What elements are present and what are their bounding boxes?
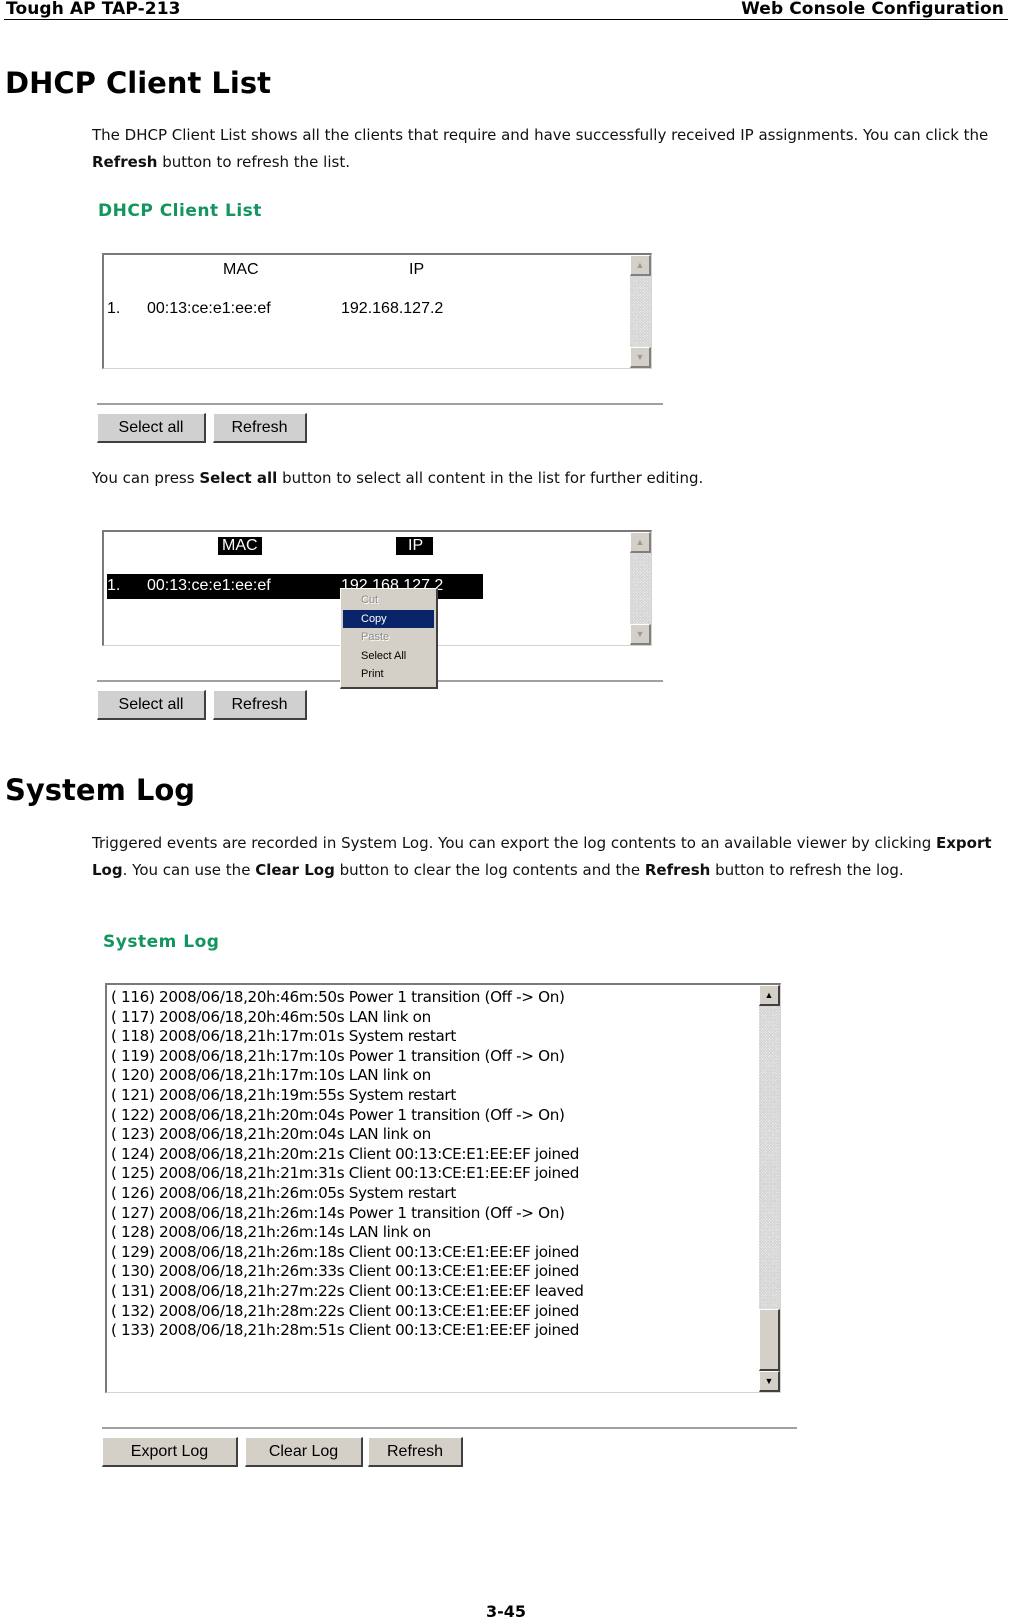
log-entry: ( 128) 2008/06/18,21h:26m:14s LAN link o… — [111, 1223, 431, 1242]
syslog-intro-bold-clear: Clear Log — [255, 861, 335, 879]
refresh-log-button[interactable]: Refresh — [368, 1437, 463, 1467]
select-all-note-text: You can press — [92, 469, 200, 487]
select-all-button[interactable]: Select all — [97, 690, 206, 720]
system-log-panel-title: System Log — [103, 932, 220, 952]
scrollbar[interactable]: ▲ ▼ — [759, 985, 780, 1392]
refresh-button[interactable]: Refresh — [213, 690, 307, 720]
select-all-note-bold: Select all — [199, 469, 278, 487]
log-entry: ( 129) 2008/06/18,21h:26m:18s Client 00:… — [111, 1242, 580, 1261]
context-menu-select-all[interactable]: Select All — [343, 647, 434, 666]
header-divider — [4, 19, 1008, 20]
clear-log-button[interactable]: Clear Log — [245, 1437, 363, 1467]
log-entry: ( 130) 2008/06/18,21h:26m:33s Client 00:… — [111, 1262, 580, 1281]
column-header-mac: MAC — [223, 261, 259, 278]
log-entry: ( 126) 2008/06/18,21h:26m:05s System res… — [111, 1183, 456, 1202]
context-menu-print[interactable]: Print — [343, 665, 434, 684]
client-ip: 192.168.127.2 — [341, 300, 444, 317]
log-entry: ( 119) 2008/06/18,21h:17m:10s Power 1 tr… — [111, 1046, 565, 1065]
scroll-down-icon[interactable]: ▼ — [630, 347, 651, 368]
scroll-down-icon[interactable]: ▼ — [630, 624, 651, 645]
context-menu: Cut Copy Paste Select All Print — [340, 588, 438, 689]
log-entry: ( 127) 2008/06/18,21h:26m:14s Power 1 tr… — [111, 1203, 565, 1222]
dhcp-intro-bold: Refresh — [92, 153, 158, 171]
log-entry: ( 120) 2008/06/18,21h:17m:10s LAN link o… — [111, 1066, 431, 1085]
select-all-note-text-end: button to select all content in the list… — [277, 469, 704, 487]
log-entry: ( 123) 2008/06/18,21h:20m:04s LAN link o… — [111, 1125, 431, 1144]
client-index: 1. — [107, 300, 121, 317]
log-entry: ( 133) 2008/06/18,21h:28m:51s Client 00:… — [111, 1321, 580, 1340]
log-entry: ( 118) 2008/06/18,21h:17m:01s System res… — [111, 1027, 456, 1046]
scroll-up-icon[interactable]: ▲ — [759, 985, 780, 1006]
syslog-intro-text: . You can use the — [122, 861, 256, 879]
scrollbar-thumb[interactable] — [759, 1309, 780, 1371]
scroll-up-icon[interactable]: ▲ — [630, 532, 651, 553]
client-index: 1. — [107, 577, 121, 594]
scrollbar[interactable]: ▲ ▼ — [630, 532, 651, 645]
log-entry: ( 121) 2008/06/18,21h:19m:55s System res… — [111, 1085, 456, 1104]
context-menu-copy[interactable]: Copy — [343, 609, 434, 628]
context-menu-cut[interactable]: Cut — [343, 591, 434, 610]
scroll-up-icon[interactable]: ▲ — [630, 255, 651, 276]
log-entries: ( 116) 2008/06/18,20h:46m:50s Power 1 tr… — [111, 988, 584, 1341]
log-entry: ( 131) 2008/06/18,21h:27m:22s Client 00:… — [111, 1281, 584, 1300]
syslog-intro-text: Triggered events are recorded in System … — [92, 834, 936, 852]
document-product-title: Tough AP TAP-213 — [6, 0, 181, 19]
syslog-intro-text: button to refresh the log. — [710, 861, 904, 879]
column-header-mac: MAC — [218, 537, 262, 555]
column-header-ip: IP — [396, 537, 434, 555]
log-entry: ( 132) 2008/06/18,21h:28m:22s Client 00:… — [111, 1301, 580, 1320]
export-log-button[interactable]: Export Log — [102, 1437, 238, 1467]
dhcp-intro-paragraph: The DHCP Client List shows all the clien… — [92, 122, 1007, 176]
dhcp-intro-text-end: button to refresh the list. — [157, 153, 350, 171]
system-log-listbox[interactable]: ( 116) 2008/06/18,20h:46m:50s Power 1 tr… — [105, 983, 781, 1393]
log-entry: ( 125) 2008/06/18,21h:21m:31s Client 00:… — [111, 1164, 580, 1183]
system-log-heading: System Log — [5, 773, 196, 807]
client-mac: 00:13:ce:e1:ee:ef — [147, 300, 271, 317]
log-entry: ( 117) 2008/06/18,20h:46m:50s LAN link o… — [111, 1007, 431, 1026]
syslog-intro-text: button to clear the log contents and the — [334, 861, 645, 879]
client-mac: 00:13:ce:e1:ee:ef — [147, 577, 271, 594]
log-entry: ( 116) 2008/06/18,20h:46m:50s Power 1 tr… — [111, 988, 565, 1006]
button-bar-divider — [97, 403, 663, 405]
scroll-down-icon[interactable]: ▼ — [759, 1371, 780, 1392]
dhcp-panel-title: DHCP Client List — [98, 201, 262, 221]
button-bar-divider — [102, 1427, 797, 1429]
syslog-intro-bold-refresh: Refresh — [644, 861, 711, 879]
select-all-note: You can press Select all button to selec… — [92, 465, 1007, 492]
scrollbar[interactable]: ▲ ▼ — [630, 255, 651, 368]
log-entry: ( 122) 2008/06/18,21h:20m:04s Power 1 tr… — [111, 1105, 565, 1124]
system-log-intro-paragraph: Triggered events are recorded in System … — [92, 830, 1007, 884]
log-entry: ( 124) 2008/06/18,21h:20m:21s Client 00:… — [111, 1144, 580, 1163]
context-menu-paste[interactable]: Paste — [343, 628, 434, 647]
document-section-title: Web Console Configuration — [741, 0, 1004, 19]
dhcp-client-listbox[interactable]: MAC IP 1. 00:13:ce:e1:ee:ef 192.168.127.… — [102, 253, 652, 369]
dhcp-intro-text: The DHCP Client List shows all the clien… — [92, 126, 989, 144]
refresh-button[interactable]: Refresh — [213, 413, 307, 443]
select-all-button[interactable]: Select all — [97, 413, 206, 443]
column-header-ip: IP — [409, 261, 425, 278]
dhcp-heading: DHCP Client List — [5, 66, 271, 100]
page-number: 3-45 — [485, 1602, 527, 1621]
